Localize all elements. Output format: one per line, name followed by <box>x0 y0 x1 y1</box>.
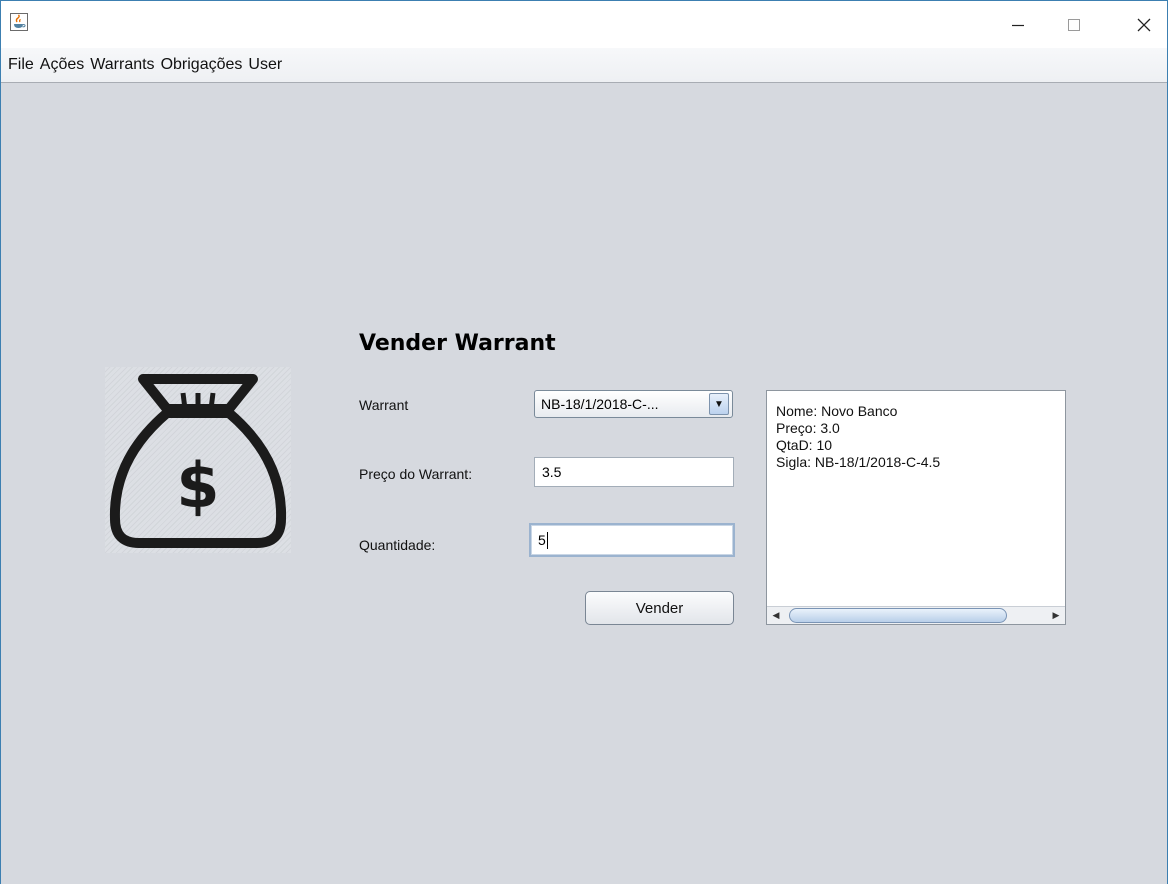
warrant-info-panel[interactable]: Nome: Novo Banco Preço: 3.0 QtaD: 10 Sig… <box>766 390 1066 625</box>
quantidade-label: Quantidade: <box>359 537 436 553</box>
info-line-sigla: Sigla: NB-18/1/2018-C-4.5 <box>776 454 941 470</box>
preco-label: Preço do Warrant: <box>359 466 473 482</box>
warrant-select[interactable]: NB-18/1/2018-C-... ▼ <box>534 390 733 418</box>
menu-warrants[interactable]: Warrants <box>87 56 157 74</box>
scrollbar-thumb[interactable] <box>789 608 1007 623</box>
warrant-info-text: Nome: Novo Banco Preço: 3.0 QtaD: 10 Sig… <box>776 403 940 471</box>
warrant-label: Warrant <box>359 397 409 413</box>
info-line-nome: Nome: Novo Banco <box>776 403 898 419</box>
info-line-preco: Preço: 3.0 <box>776 420 840 436</box>
chevron-down-icon[interactable]: ▼ <box>709 393 729 415</box>
vender-button[interactable]: Vender <box>585 591 734 625</box>
quantidade-input[interactable]: 5 <box>529 523 735 557</box>
menu-bar: File Ações Warrants Obrigações User <box>1 48 1167 83</box>
svg-text:$: $ <box>176 449 219 522</box>
preco-input[interactable]: 3.5 <box>534 457 734 487</box>
info-line-qtad: QtaD: 10 <box>776 437 833 453</box>
close-button[interactable] <box>1121 1 1167 48</box>
warrant-select-value: NB-18/1/2018-C-... <box>541 396 659 412</box>
text-caret <box>546 531 548 549</box>
scroll-right-icon[interactable]: ▶ <box>1048 608 1064 623</box>
menu-user[interactable]: User <box>245 56 285 74</box>
money-bag-icon: $ <box>105 367 291 553</box>
maximize-button[interactable] <box>1051 1 1097 48</box>
page-title: Vender Warrant <box>359 331 556 356</box>
menu-file[interactable]: File <box>5 56 37 74</box>
menu-obrigacoes[interactable]: Obrigações <box>158 56 246 74</box>
preco-input-value: 3.5 <box>542 464 562 480</box>
horizontal-scrollbar[interactable]: ◀ ▶ <box>767 606 1065 624</box>
menu-acoes[interactable]: Ações <box>37 56 87 74</box>
main-content: $ Vender Warrant Warrant NB-18/1/2018-C-… <box>1 83 1167 884</box>
scroll-left-icon[interactable]: ◀ <box>768 608 784 623</box>
java-cup-icon <box>10 13 28 31</box>
title-bar <box>1 1 1167 48</box>
application-window: File Ações Warrants Obrigações User $ Ve… <box>0 0 1168 884</box>
quantidade-input-value: 5 <box>538 532 546 548</box>
minimize-button[interactable] <box>995 1 1041 48</box>
